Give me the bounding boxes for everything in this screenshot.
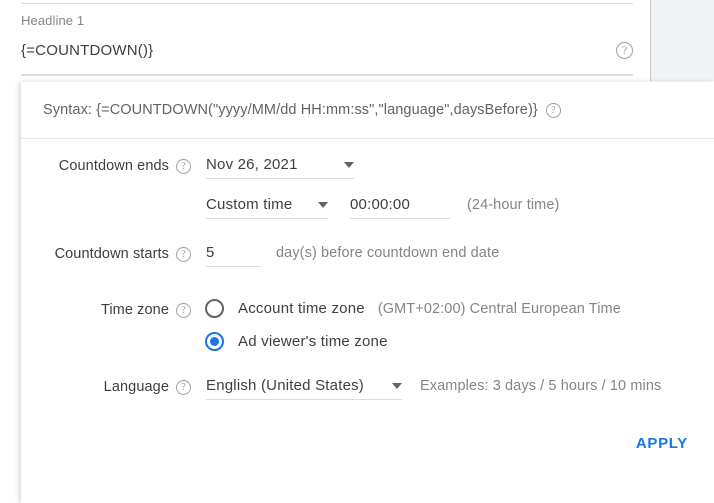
radio-unchecked-icon[interactable] — [205, 299, 224, 318]
help-circle-icon[interactable]: ? — [616, 41, 633, 59]
countdown-end-date-value: Nov 26, 2021 — [206, 156, 298, 173]
time-zone-label: Time zone — [100, 302, 169, 318]
syntax-row: Syntax: {=COUNTDOWN("yyyy/MM/dd HH:mm:ss… — [21, 82, 714, 139]
countdown-ends-row: Countdown ends ? Nov 26, 2021 — [21, 154, 714, 188]
help-circle-icon[interactable]: ? — [545, 102, 561, 118]
language-row: Language ? English (United States) Examp… — [21, 375, 714, 409]
help-circle-icon[interactable]: ? — [176, 246, 191, 262]
headline-label: Headline 1 — [21, 13, 85, 28]
countdown-ends-control: Nov 26, 2021 — [191, 154, 714, 179]
headline-underline — [21, 74, 633, 76]
countdown-end-time-label-spacer — [21, 194, 191, 198]
headline-input-value[interactable]: {=COUNTDOWN()} — [21, 42, 153, 59]
help-circle-icon[interactable]: ? — [176, 379, 191, 395]
countdown-starts-row: Countdown starts ? 5 day(s) before count… — [21, 242, 714, 276]
time-zone-row: Time zone ? Account time zone (GMT+02:00… — [21, 298, 714, 351]
time-mode-value: Custom time — [206, 196, 293, 213]
right-side-panel — [650, 0, 714, 81]
time-zone-control: Account time zone (GMT+02:00) Central Eu… — [191, 298, 714, 351]
account-time-zone-detail: (GMT+02:00) Central European Time — [377, 300, 621, 317]
countdown-starts-label-group: Countdown starts ? — [21, 242, 191, 262]
time-mode-select[interactable]: Custom time — [206, 194, 328, 219]
language-select[interactable]: English (United States) — [206, 375, 402, 400]
countdown-ends-label-group: Countdown ends ? — [21, 154, 191, 174]
apply-button[interactable]: APPLY — [628, 429, 696, 458]
countdown-form: Countdown ends ? Nov 26, 2021 Custom tim… — [21, 139, 714, 458]
language-examples-hint: Examples: 3 days / 5 hours / 10 mins — [420, 378, 662, 394]
time-input[interactable]: 00:00:00 — [350, 194, 450, 219]
help-circle-icon[interactable]: ? — [176, 302, 191, 318]
days-before-input[interactable]: 5 — [206, 242, 261, 267]
chevron-down-icon — [392, 382, 402, 389]
countdown-end-time-row: Custom time 00:00:00 (24-hour time) — [21, 194, 714, 228]
apply-row: APPLY — [21, 429, 714, 458]
language-label-group: Language ? — [21, 375, 191, 395]
radio-label-ad-viewer-time-zone: Ad viewer's time zone — [238, 333, 388, 350]
time-zone-label-group: Time zone ? — [21, 298, 191, 318]
radio-label-account-time-zone: Account time zone — [238, 300, 365, 317]
headline-field[interactable]: Headline 1 {=COUNTDOWN()} ? — [21, 12, 633, 62]
headline-section: Headline 1 {=COUNTDOWN()} ? — [0, 0, 714, 82]
countdown-dialog: Syntax: {=COUNTDOWN("yyyy/MM/dd HH:mm:ss… — [21, 82, 714, 503]
countdown-starts-label: Countdown starts — [54, 246, 169, 262]
headline-value-row: {=COUNTDOWN()} ? — [21, 38, 633, 62]
days-before-hint: day(s) before countdown end date — [276, 245, 500, 261]
top-divider — [21, 3, 633, 4]
chevron-down-icon — [318, 201, 328, 208]
language-label: Language — [103, 379, 169, 395]
language-control: English (United States) Examples: 3 days… — [191, 375, 714, 400]
radio-checked-icon[interactable] — [205, 332, 224, 351]
help-circle-icon[interactable]: ? — [176, 158, 191, 174]
radio-option-account-time-zone[interactable]: Account time zone (GMT+02:00) Central Eu… — [205, 299, 621, 318]
syntax-text: Syntax: {=COUNTDOWN("yyyy/MM/dd HH:mm:ss… — [43, 102, 538, 118]
time-input-value: 00:00:00 — [350, 196, 410, 213]
language-value: English (United States) — [206, 377, 365, 394]
countdown-starts-control: 5 day(s) before countdown end date — [191, 242, 714, 267]
time-format-hint: (24-hour time) — [467, 197, 560, 213]
time-zone-radio-group: Account time zone (GMT+02:00) Central Eu… — [205, 298, 621, 351]
countdown-ends-label: Countdown ends — [58, 158, 169, 174]
radio-option-ad-viewer-time-zone[interactable]: Ad viewer's time zone — [205, 332, 621, 351]
countdown-end-time-control: Custom time 00:00:00 (24-hour time) — [191, 194, 714, 219]
days-before-value: 5 — [206, 244, 215, 261]
chevron-down-icon — [344, 161, 354, 168]
countdown-end-date-select[interactable]: Nov 26, 2021 — [206, 154, 354, 179]
